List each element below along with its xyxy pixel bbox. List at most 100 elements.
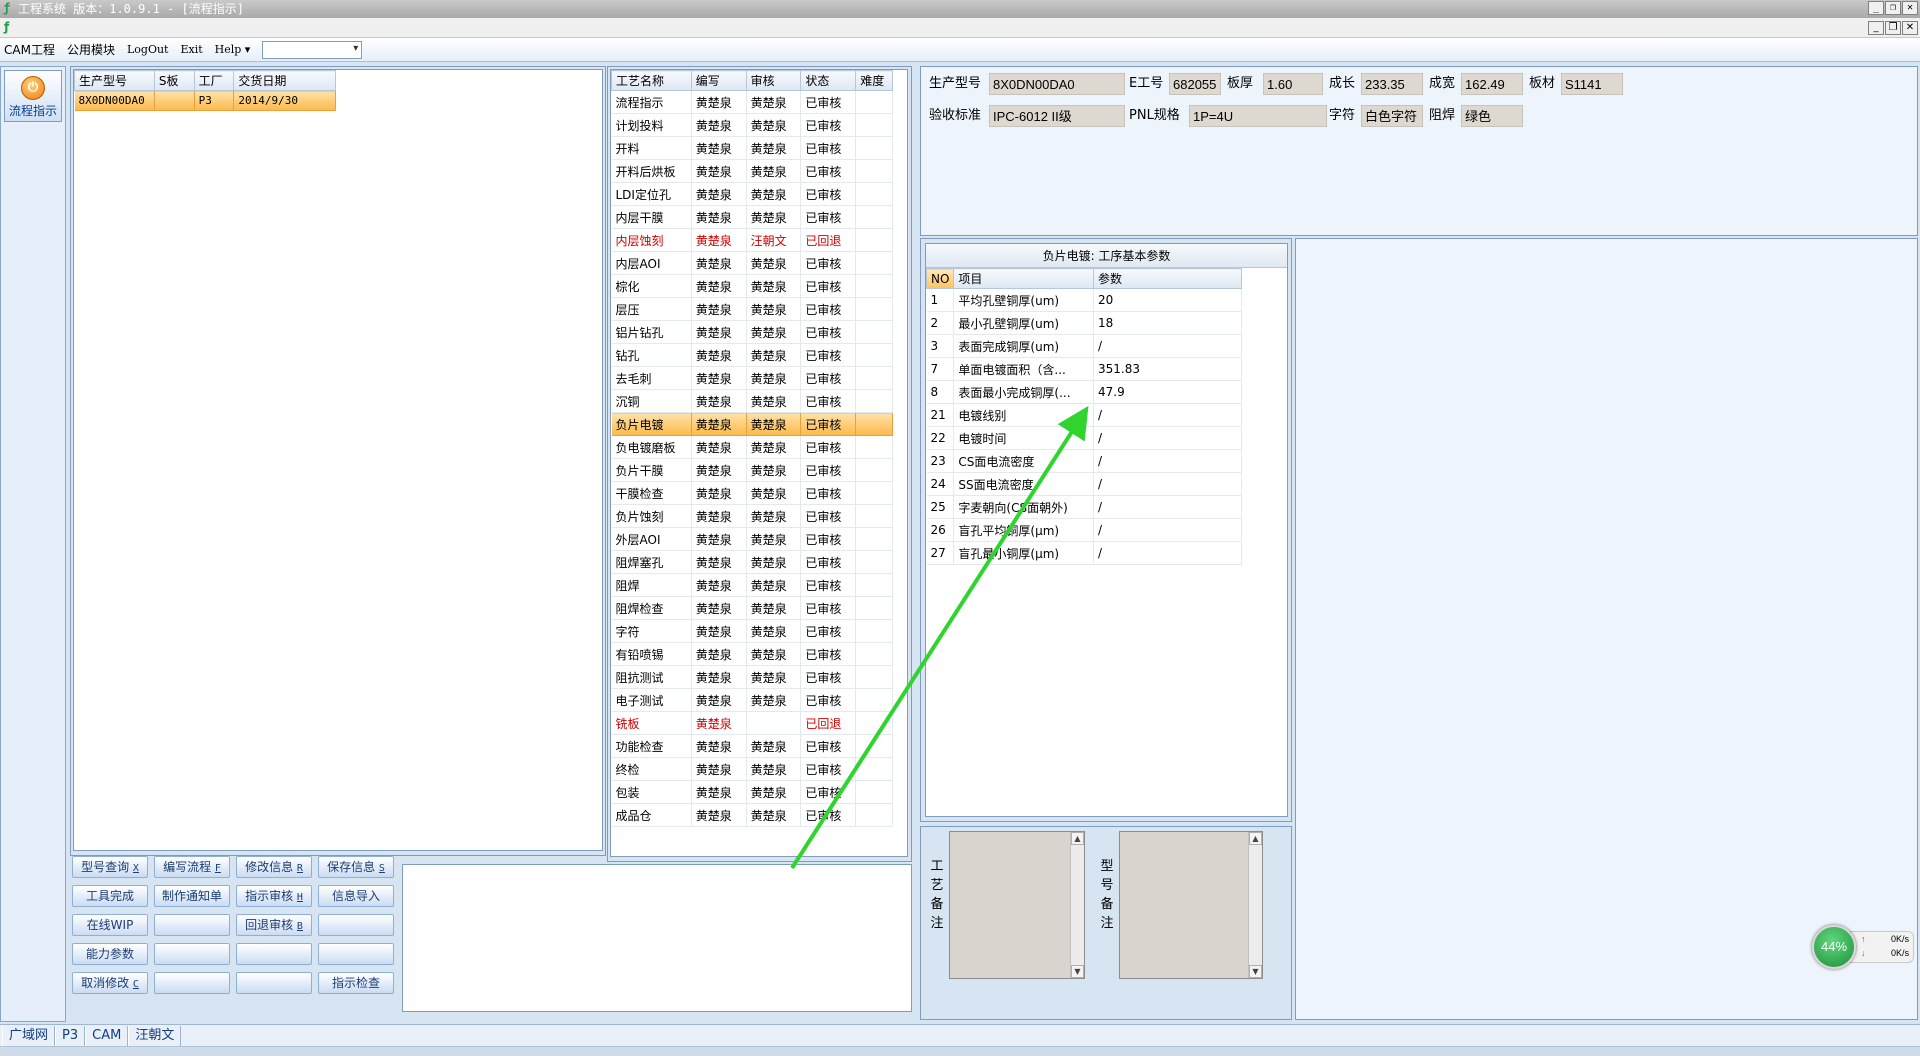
process-row[interactable]: 内层AOI 黄楚泉 黄楚泉 已审核 <box>611 251 893 275</box>
process-header-reviewer[interactable]: 审核 <box>745 70 802 91</box>
param-row[interactable]: 23 CS面电流密度 / <box>926 449 1242 473</box>
param-row[interactable]: 2 最小孔壁铜厚(um) 18 <box>926 311 1242 335</box>
process-notes-textarea[interactable]: ▲ ▼ <box>949 831 1085 979</box>
action-button-18[interactable] <box>154 972 230 994</box>
field-width[interactable]: 162.49 <box>1461 73 1523 95</box>
orders-header-factory[interactable]: 工厂 <box>193 70 235 91</box>
process-notes-scrollbar[interactable]: ▲ ▼ <box>1070 832 1084 978</box>
scroll-up-icon[interactable]: ▲ <box>1249 832 1262 845</box>
field-material[interactable]: S1141 <box>1561 73 1623 95</box>
process-header-name[interactable]: 工艺名称 <box>611 70 692 91</box>
message-box[interactable] <box>402 864 912 1012</box>
process-row[interactable]: 沉铜 黄楚泉 黄楚泉 已审核 <box>611 389 893 413</box>
process-row[interactable]: 负片蚀刻 黄楚泉 黄楚泉 已审核 <box>611 504 893 528</box>
mdi-restore-button[interactable]: ❐ <box>1885 21 1901 35</box>
process-row[interactable]: 负电镀磨板 黄楚泉 黄楚泉 已审核 <box>611 435 893 459</box>
scroll-up-icon[interactable]: ▲ <box>1071 832 1084 845</box>
action-button-13[interactable]: 能力参数 <box>72 943 148 965</box>
action-button-1[interactable]: 型号查询 X <box>72 856 148 878</box>
process-header-difficulty[interactable]: 难度 <box>855 70 893 91</box>
process-row[interactable]: 干膜检查 黄楚泉 黄楚泉 已审核 <box>611 481 893 505</box>
param-row[interactable]: 7 单面电镀面积（含... 351.83 <box>926 357 1242 381</box>
close-button[interactable]: ✕ <box>1902 1 1918 15</box>
process-row[interactable]: 外层AOI 黄楚泉 黄楚泉 已审核 <box>611 527 893 551</box>
menu-combo[interactable] <box>262 40 363 59</box>
menu-cam[interactable]: CAM工程 <box>4 41 55 58</box>
scroll-down-icon[interactable]: ▼ <box>1071 965 1084 978</box>
process-row[interactable]: 负片电镀 黄楚泉 黄楚泉 已审核 <box>611 412 893 436</box>
menu-exit[interactable]: Exit <box>180 43 202 56</box>
restore-button[interactable]: ❐ <box>1885 1 1901 15</box>
field-thickness[interactable]: 1.60 <box>1263 73 1323 95</box>
process-row[interactable]: 电子测试 黄楚泉 黄楚泉 已审核 <box>611 688 893 712</box>
action-button-17[interactable]: 取消修改 C <box>72 972 148 994</box>
param-row[interactable]: 27 盲孔最小铜厚(μm) / <box>926 541 1242 565</box>
action-button-7[interactable]: 指示审核 H <box>236 885 312 907</box>
menu-help[interactable]: Help ▾ <box>215 43 251 56</box>
process-row[interactable]: 流程指示 黄楚泉 黄楚泉 已审核 <box>611 90 893 114</box>
model-notes-textarea[interactable]: ▲ ▼ <box>1119 831 1263 979</box>
process-row[interactable]: 铣板 黄楚泉 已回退 <box>611 711 893 735</box>
minimize-button[interactable]: _ <box>1868 1 1884 15</box>
action-button-3[interactable]: 修改信息 R <box>236 856 312 878</box>
field-length[interactable]: 233.35 <box>1361 73 1423 95</box>
process-row[interactable]: 去毛刺 黄楚泉 黄楚泉 已审核 <box>611 366 893 390</box>
action-button-14[interactable] <box>154 943 230 965</box>
orders-header-model[interactable]: 生产型号 <box>74 70 155 91</box>
action-button-20[interactable]: 指示检查 <box>318 972 394 994</box>
action-button-11[interactable]: 回退审核 B <box>236 914 312 936</box>
action-button-12[interactable] <box>318 914 394 936</box>
process-row[interactable]: 钻孔 黄楚泉 黄楚泉 已审核 <box>611 343 893 367</box>
field-mask[interactable]: 绿色 <box>1461 105 1523 127</box>
process-row[interactable]: 阻焊 黄楚泉 黄楚泉 已审核 <box>611 573 893 597</box>
action-button-8[interactable]: 信息导入 <box>318 885 394 907</box>
menu-common-modules[interactable]: 公用模块 <box>67 41 115 58</box>
process-row[interactable]: 阻焊塞孔 黄楚泉 黄楚泉 已审核 <box>611 550 893 574</box>
field-e-no[interactable]: 682055 <box>1169 73 1221 95</box>
param-row[interactable]: 8 表面最小完成铜厚(... 47.9 <box>926 380 1242 404</box>
process-row[interactable]: 负片干膜 黄楚泉 黄楚泉 已审核 <box>611 458 893 482</box>
param-row[interactable]: 25 字麦朝向(CS面朝外) / <box>926 495 1242 519</box>
process-row[interactable]: 铝片钻孔 黄楚泉 黄楚泉 已审核 <box>611 320 893 344</box>
model-notes-scrollbar[interactable]: ▲ ▼ <box>1248 832 1262 978</box>
orders-header-s[interactable]: S板 <box>153 70 195 91</box>
params-header-no[interactable]: NO <box>925 268 955 289</box>
field-model[interactable]: 8X0DN00DA0 <box>989 73 1125 95</box>
process-header-writer[interactable]: 编写 <box>690 70 747 91</box>
field-pnl[interactable]: 1P=4U <box>1189 105 1327 127</box>
process-row[interactable]: 字符 黄楚泉 黄楚泉 已审核 <box>611 619 893 643</box>
param-row[interactable]: 21 电镀线别 / <box>926 403 1242 427</box>
action-button-4[interactable]: 保存信息 S <box>318 856 394 878</box>
field-standard[interactable]: IPC-6012 II级 <box>989 105 1125 127</box>
process-row[interactable]: 开料后烘板 黄楚泉 黄楚泉 已审核 <box>611 159 893 183</box>
mdi-minimize-button[interactable]: _ <box>1868 21 1884 35</box>
param-row[interactable]: 22 电镀时间 / <box>926 426 1242 450</box>
param-row[interactable]: 1 平均孔壁铜厚(um) 20 <box>926 288 1242 312</box>
menu-logout[interactable]: LogOut <box>127 43 169 56</box>
action-button-19[interactable] <box>236 972 312 994</box>
action-button-10[interactable] <box>154 914 230 936</box>
param-row[interactable]: 26 盲孔平均铜厚(μm) / <box>926 518 1242 542</box>
action-button-15[interactable] <box>236 943 312 965</box>
process-row[interactable]: LDI定位孔 黄楚泉 黄楚泉 已审核 <box>611 182 893 206</box>
process-row[interactable]: 阻抗测试 黄楚泉 黄楚泉 已审核 <box>611 665 893 689</box>
process-row[interactable]: 内层蚀刻 黄楚泉 汪朝文 已回退 <box>611 228 893 252</box>
nav-flow-button[interactable]: ⏻ 流程指示 <box>4 70 62 122</box>
process-row[interactable]: 内层干膜 黄楚泉 黄楚泉 已审核 <box>611 205 893 229</box>
action-button-9[interactable]: 在线WIP <box>72 914 148 936</box>
param-row[interactable]: 3 表面完成铜厚(um) / <box>926 334 1242 358</box>
process-row[interactable]: 终检 黄楚泉 黄楚泉 已审核 <box>611 757 893 781</box>
process-row[interactable]: 功能检查 黄楚泉 黄楚泉 已审核 <box>611 734 893 758</box>
action-button-2[interactable]: 编写流程 F <box>154 856 230 878</box>
action-button-5[interactable]: 工具完成 <box>72 885 148 907</box>
scroll-down-icon[interactable]: ▼ <box>1249 965 1262 978</box>
process-header-status[interactable]: 状态 <box>800 70 857 91</box>
order-row[interactable]: 8X0DN00DA0 P3 2014/9/30 <box>74 90 336 111</box>
network-monitor[interactable]: ↑ 0K/s ↓ 0K/s 44% <box>1812 925 1916 969</box>
process-row[interactable]: 开料 黄楚泉 黄楚泉 已审核 <box>611 136 893 160</box>
process-row[interactable]: 阻焊检查 黄楚泉 黄楚泉 已审核 <box>611 596 893 620</box>
process-row[interactable]: 棕化 黄楚泉 黄楚泉 已审核 <box>611 274 893 298</box>
action-button-6[interactable]: 制作通知单 <box>154 885 230 907</box>
process-row[interactable]: 成品仓 黄楚泉 黄楚泉 已审核 <box>611 803 893 827</box>
params-header-value[interactable]: 参数 <box>1093 268 1242 289</box>
